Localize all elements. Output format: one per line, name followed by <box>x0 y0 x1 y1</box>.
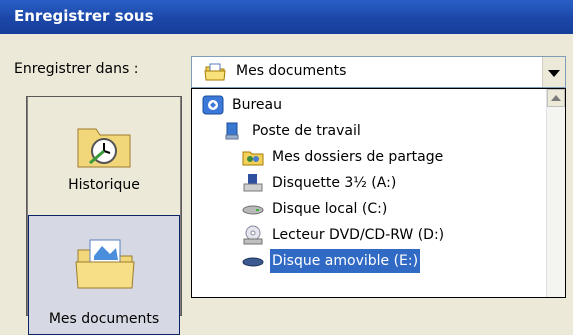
dropdown-scrollbar[interactable] <box>546 89 565 297</box>
my-documents-folder-icon <box>74 234 136 293</box>
save-in-label: Enregistrer dans : <box>14 61 139 77</box>
place-my-documents[interactable]: Mes documents <box>28 215 180 335</box>
my-documents-icon <box>204 61 226 86</box>
floppy-drive-icon <box>242 173 264 193</box>
save-in-dropdown-list: Bureau Poste de travail Mes dossiers de … <box>191 88 566 298</box>
place-history[interactable]: Historique <box>28 97 180 217</box>
history-folder-icon <box>74 119 134 174</box>
combo-dropdown-button[interactable] <box>542 57 565 87</box>
scroll-up-button[interactable] <box>547 89 565 107</box>
my-computer-icon <box>222 121 244 141</box>
dvd-drive-icon <box>242 225 264 245</box>
save-in-value: Mes documents <box>236 63 347 79</box>
hard-drive-icon <box>242 199 264 219</box>
shared-folders-icon <box>242 147 264 167</box>
places-bar: Historique Mes documents <box>26 96 182 335</box>
desktop-icon <box>202 95 224 115</box>
removable-drive-icon <box>242 251 264 271</box>
dialog-title: Enregistrer sous <box>14 7 154 25</box>
title-bar: Enregistrer sous <box>0 0 573 34</box>
place-my-documents-label: Mes documents <box>48 311 160 327</box>
save-in-combobox[interactable]: Mes documents <box>191 56 566 88</box>
place-history-label: Historique <box>68 177 140 193</box>
